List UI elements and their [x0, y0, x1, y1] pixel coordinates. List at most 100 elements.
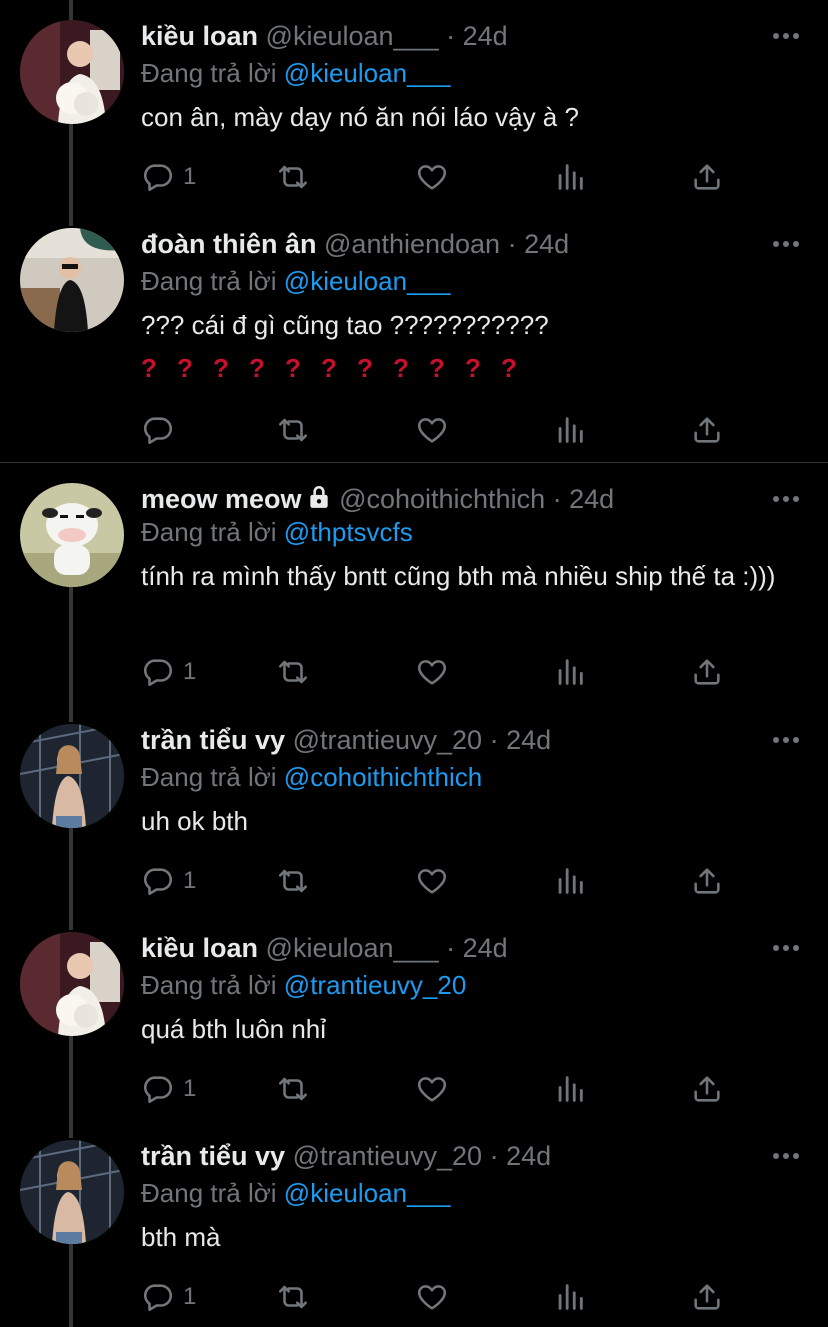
replying-to-link[interactable]: @thptsvcfs [284, 517, 413, 547]
reply-icon [143, 417, 173, 445]
reply-button[interactable]: 1 [141, 861, 196, 901]
share-button[interactable] [690, 157, 724, 197]
analytics-button[interactable] [553, 652, 587, 692]
display-name[interactable]: kiều loan [141, 933, 258, 963]
timestamp[interactable]: 24d [524, 229, 569, 259]
replying-to-link[interactable]: @kieuloan___ [284, 58, 451, 88]
reply-button[interactable]: 1 [141, 1069, 196, 1109]
like-button[interactable] [415, 157, 449, 197]
separator-dot: · [446, 933, 456, 963]
share-icon [694, 164, 720, 190]
question-emoji: ? [141, 353, 157, 383]
like-button[interactable] [415, 410, 449, 450]
tweet[interactable]: trần tiểu vy @trantieuvy_20 · 24d Đang t… [0, 724, 828, 904]
analytics-button[interactable] [553, 410, 587, 450]
reply-button[interactable]: 1 [141, 652, 196, 692]
avatar[interactable] [20, 483, 124, 587]
display-name[interactable]: trần tiểu vy [141, 725, 285, 755]
share-icon [694, 417, 720, 443]
display-name[interactable]: đoàn thiên ân [141, 229, 317, 259]
user-handle[interactable]: @kieuloan___ [266, 933, 439, 963]
user-handle[interactable]: @anthiendoan [324, 229, 500, 259]
retweet-button[interactable] [276, 410, 310, 450]
analytics-button[interactable] [553, 1069, 587, 1109]
more-icon[interactable] [764, 20, 808, 52]
share-button[interactable] [690, 652, 724, 692]
retweet-button[interactable] [276, 652, 310, 692]
like-button[interactable] [415, 861, 449, 901]
share-button[interactable] [690, 1069, 724, 1109]
tweet[interactable]: đoàn thiên ân @anthiendoan · 24d Đang tr… [0, 228, 828, 453]
tweet[interactable]: trần tiểu vy @trantieuvy_20 · 24d Đang t… [0, 1140, 828, 1320]
reply-button[interactable] [141, 410, 183, 450]
avatar[interactable] [20, 724, 124, 828]
share-button[interactable] [690, 410, 724, 450]
timestamp[interactable]: 24d [506, 725, 551, 755]
avatar[interactable] [20, 20, 124, 124]
reply-count: 1 [183, 867, 197, 894]
avatar[interactable] [20, 932, 124, 1036]
reply-icon [143, 164, 173, 192]
retweet-button[interactable] [276, 1277, 310, 1317]
timestamp[interactable]: 24d [506, 1141, 551, 1171]
user-handle[interactable]: @trantieuvy_20 [293, 725, 483, 755]
analytics-icon [558, 868, 583, 894]
timestamp[interactable]: 24d [463, 933, 508, 963]
analytics-icon [558, 1076, 583, 1102]
like-button[interactable] [415, 652, 449, 692]
like-button[interactable] [415, 1277, 449, 1317]
retweet-button[interactable] [276, 157, 310, 197]
replying-label: Đang trả lời [141, 1178, 277, 1208]
user-handle[interactable]: @trantieuvy_20 [293, 1141, 483, 1171]
display-name[interactable]: kiều loan [141, 21, 258, 51]
display-name[interactable]: meow meow [141, 484, 302, 514]
timestamp[interactable]: 24d [463, 21, 508, 51]
like-button[interactable] [415, 1069, 449, 1109]
display-name[interactable]: trần tiểu vy [141, 1141, 285, 1171]
tweet-text: ??? cái đ gì cũng tao ??????????? [141, 310, 549, 340]
retweet-button[interactable] [276, 1069, 310, 1109]
heart-icon [417, 165, 447, 190]
retweet-icon [278, 1077, 308, 1101]
more-icon[interactable] [764, 1140, 808, 1172]
tweet[interactable]: kiều loan @kieuloan___ · 24d Đang trả lờ… [0, 932, 828, 1112]
avatar[interactable] [20, 1140, 124, 1244]
tweet-actions: 1 [141, 652, 808, 692]
analytics-button[interactable] [553, 1277, 587, 1317]
reply-button[interactable]: 1 [141, 157, 196, 197]
replying-to-link[interactable]: @trantieuvy_20 [284, 970, 467, 1000]
heart-icon [417, 660, 447, 685]
user-handle[interactable]: @kieuloan___ [266, 21, 439, 51]
analytics-button[interactable] [553, 861, 587, 901]
tweet[interactable]: meow meow @cohoithichthich · 24d Đang tr… [0, 483, 828, 705]
reply-icon [143, 659, 173, 687]
share-icon [694, 868, 720, 894]
replying-to-link[interactable]: @kieuloan___ [284, 1178, 451, 1208]
reply-icon [143, 1284, 173, 1312]
retweet-icon [278, 1285, 308, 1309]
more-icon[interactable] [764, 724, 808, 756]
more-icon[interactable] [764, 483, 808, 515]
retweet-button[interactable] [276, 861, 310, 901]
separator-dot: · [446, 21, 456, 51]
tweet-text: con ân, mày dạy nó ăn nói láo vậy à ? [141, 102, 579, 132]
more-icon[interactable] [764, 228, 808, 260]
more-icon[interactable] [764, 932, 808, 964]
tweet-text: bth mà [141, 1222, 221, 1252]
share-button[interactable] [690, 861, 724, 901]
analytics-button[interactable] [553, 157, 587, 197]
reply-count: 1 [183, 163, 197, 190]
question-emoji: ? [177, 353, 193, 383]
reply-count: 1 [183, 1283, 197, 1310]
reply-button[interactable]: 1 [141, 1277, 196, 1317]
replying-label: Đang trả lời [141, 970, 277, 1000]
user-handle[interactable]: @cohoithichthich [339, 484, 545, 514]
share-button[interactable] [690, 1277, 724, 1317]
avatar[interactable] [20, 228, 124, 332]
tweet-actions: 1 [141, 157, 808, 197]
analytics-icon [558, 164, 583, 190]
tweet[interactable]: kiều loan @kieuloan___ · 24d Đang trả lờ… [0, 20, 828, 200]
replying-to-link[interactable]: @kieuloan___ [284, 266, 451, 296]
replying-to-link[interactable]: @cohoithichthich [284, 762, 482, 792]
timestamp[interactable]: 24d [569, 484, 614, 514]
